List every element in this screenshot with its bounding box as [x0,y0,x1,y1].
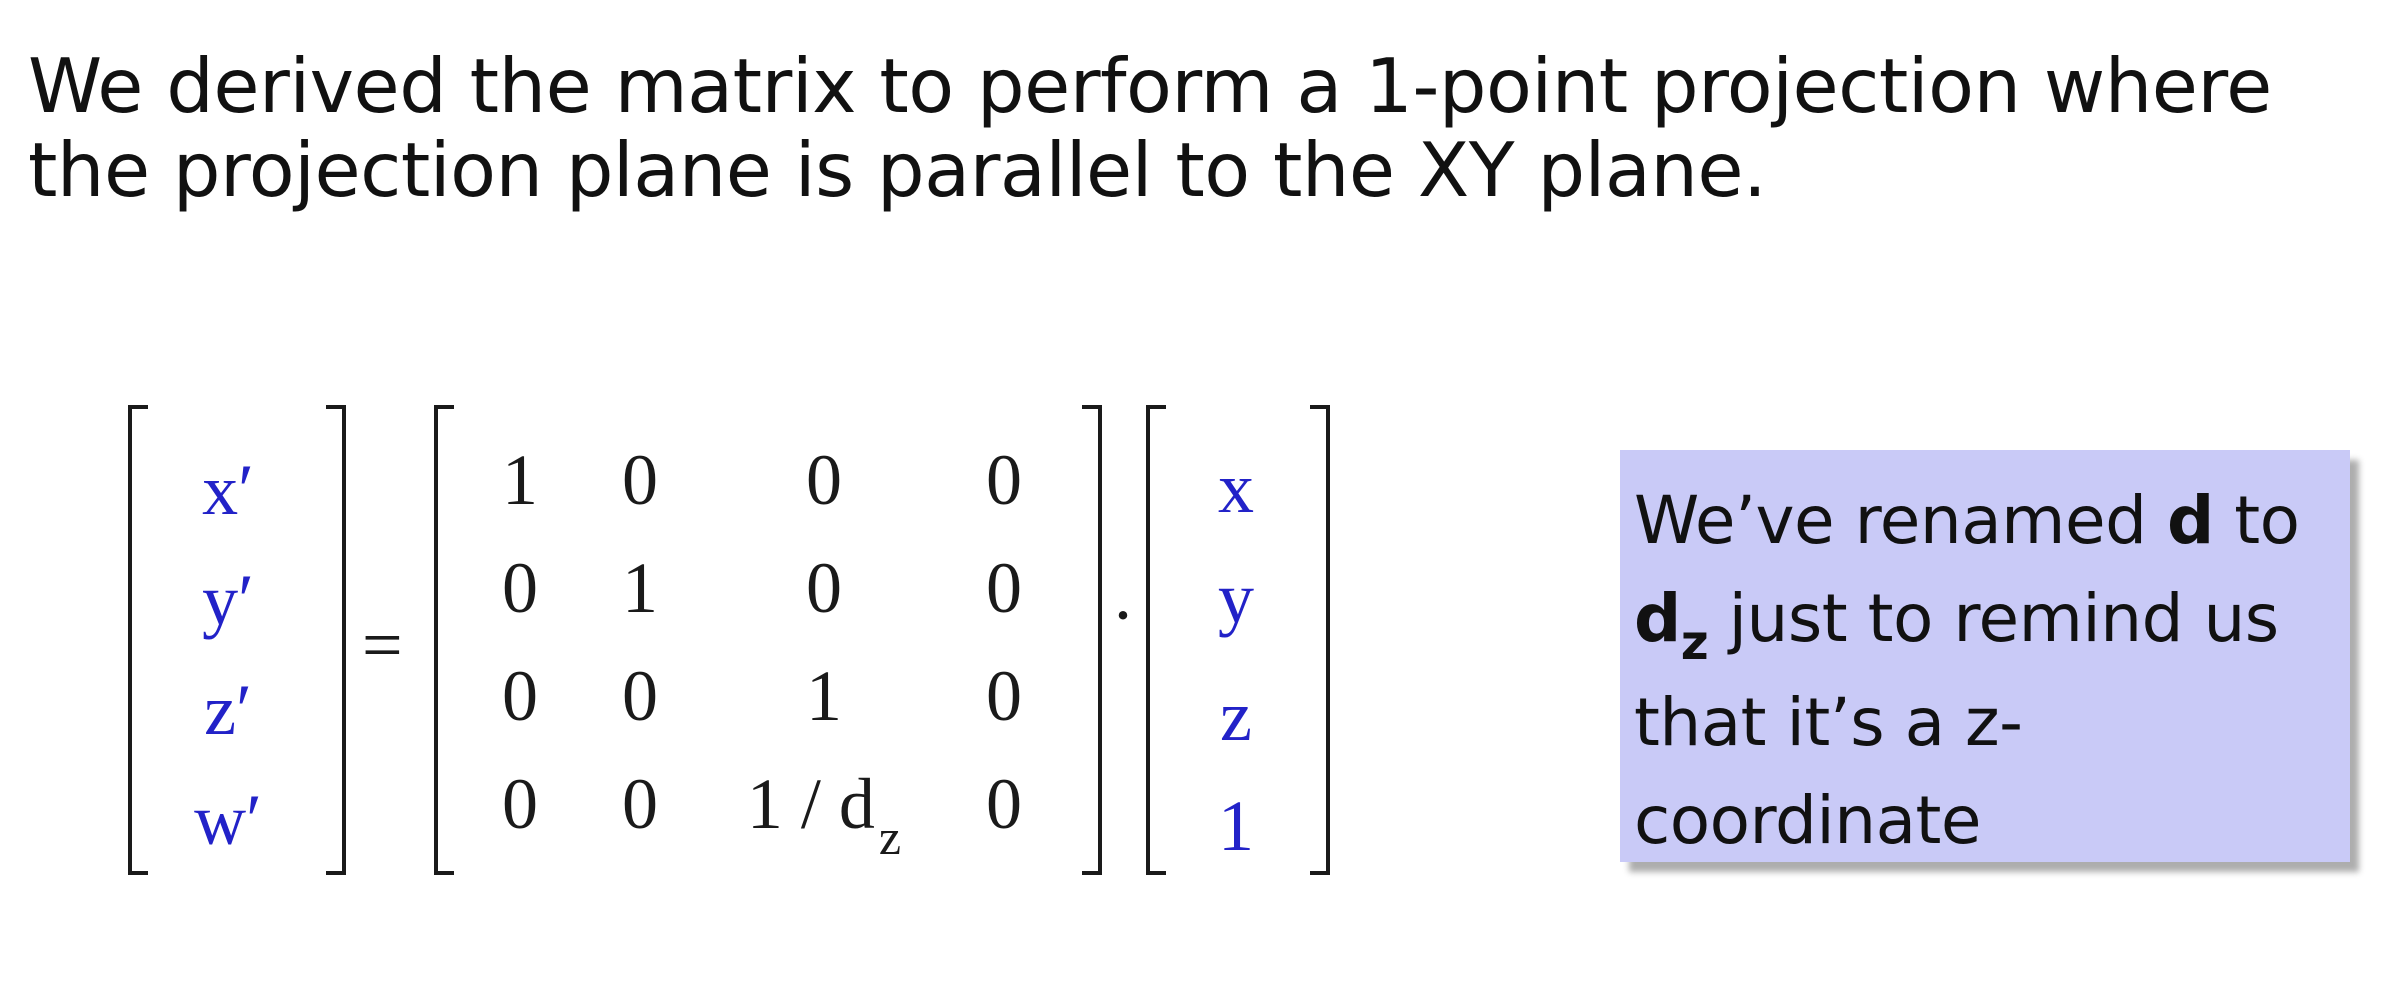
matrix-cell: 0 [986,440,1022,520]
matrix-cell: 0 [622,764,658,844]
matrix-cell: 0 [806,440,842,520]
matrix-cell: 0 [986,548,1022,628]
matrix-cell-inverse-d: 1 / d [746,764,875,844]
callout-text: We’ve renamed d to dz just to remind us t… [1634,472,2350,870]
matrix-cell: 0 [986,656,1022,736]
matrix-cell: 1 [622,548,658,628]
projection-equation: x′ y′ z′ w′ = 1 0 0 0 0 1 0 0 0 0 1 0 0 … [0,0,1400,986]
rhs-x: x [1218,448,1254,528]
lhs-right-bracket [326,405,346,875]
rhs-right-bracket [1310,405,1330,875]
matrix-cell-subscript-z: z [878,809,902,865]
matrix-cell: 0 [806,548,842,628]
matrix-cell-inverse-dz: 1 / dz [714,764,934,865]
callout-part3: just to remind us that it’s a z-coordina… [1634,580,2279,859]
callout-dz-subscript: z [1680,615,1709,671]
matrix-cell: 0 [622,656,658,736]
rhs-y: y [1218,558,1254,638]
callout-part1: We’ve renamed [1634,482,2167,559]
matrix-cell: 0 [986,764,1022,844]
matrix-cell: 0 [622,440,658,520]
rhs-one: 1 [1218,786,1254,866]
callout-bold-dz: d [1634,580,1681,657]
rhs-z: z [1220,676,1252,756]
callout-bold-d: d [2166,482,2214,559]
lhs-x-prime: x′ [202,450,254,530]
callout-part2: to [2213,482,2300,559]
lhs-left-bracket [128,405,148,875]
matrix-cell: 1 [806,656,842,736]
matrix-right-bracket [1082,405,1102,875]
lhs-y-prime: y′ [202,560,254,640]
multiply-dot: · [1111,575,1135,655]
callout-note: We’ve renamed d to dz just to remind us t… [1620,450,2350,862]
lhs-z-prime: z′ [204,670,252,750]
lhs-w-prime: w′ [194,780,262,860]
equals-sign: = [362,605,403,685]
